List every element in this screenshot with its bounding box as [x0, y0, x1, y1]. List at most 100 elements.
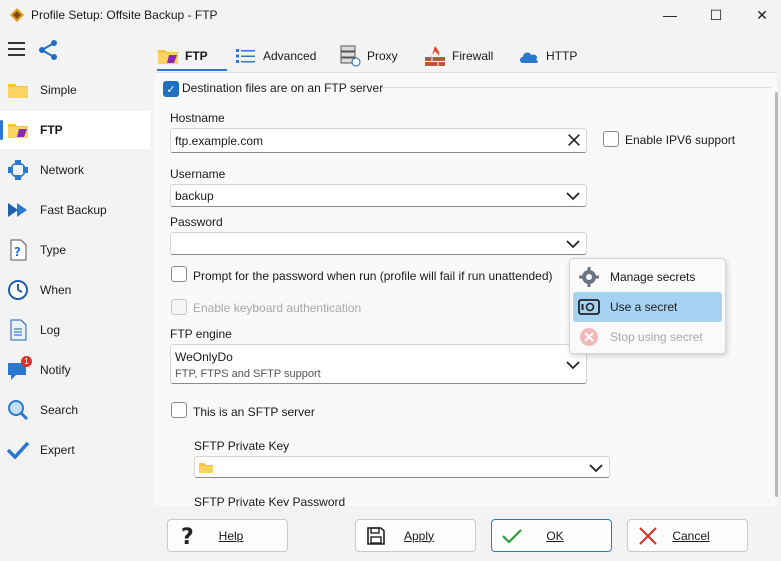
- cancel-button[interactable]: Cancel: [627, 519, 748, 552]
- apply-button-label: Apply: [403, 528, 435, 543]
- sidebar-item-label: Log: [40, 323, 61, 337]
- chat-notify-icon: 1: [7, 356, 32, 381]
- sidebar-item-label: Expert: [40, 443, 75, 457]
- cloud-icon: [518, 46, 540, 66]
- sftp-label: This is an SFTP server: [193, 405, 315, 419]
- ok-button-label: OK: [546, 528, 564, 543]
- ipv6-checkbox[interactable]: [603, 131, 619, 147]
- secrets-context-menu: Manage secrets Use a secret Stop using s…: [569, 258, 726, 354]
- menu-item-stop-using-secret[interactable]: Stop using secret: [573, 322, 722, 352]
- hostname-label: Hostname: [170, 111, 225, 125]
- tab-http[interactable]: HTTP: [518, 42, 583, 70]
- firewall-icon: [424, 46, 446, 66]
- checkmark-icon: [7, 439, 29, 461]
- sidebar-item-simple[interactable]: Simple: [0, 71, 150, 109]
- clear-icon[interactable]: [566, 132, 582, 148]
- ftp-folder-icon: [7, 119, 29, 141]
- sidebar-item-label: FTP: [40, 123, 63, 137]
- tab-proxy[interactable]: Proxy: [339, 42, 409, 70]
- menu-item-use-secret[interactable]: Use a secret: [573, 292, 722, 322]
- close-window-button[interactable]: ✕: [739, 0, 781, 30]
- fast-forward-icon: [7, 199, 29, 221]
- tab-ftp[interactable]: FTP: [157, 42, 227, 71]
- network-icon: [7, 159, 29, 181]
- tab-label: Advanced: [263, 49, 317, 63]
- ftp-folder-icon: [157, 46, 179, 66]
- menu-item-manage-secrets[interactable]: Manage secrets: [573, 262, 722, 292]
- prompt-password-checkbox[interactable]: [171, 266, 187, 282]
- ftp-server-label: Destination files are on an FTP server: [182, 81, 384, 95]
- hostname-input[interactable]: ftp.example.com: [170, 128, 587, 153]
- menu-item-label: Use a secret: [610, 300, 678, 314]
- tab-label: Firewall: [452, 49, 494, 63]
- sidebar-item-label: When: [40, 283, 72, 297]
- ftp-server-checkbox[interactable]: ✓: [163, 81, 179, 97]
- password-label: Password: [170, 215, 223, 229]
- hamburger-menu-icon[interactable]: [8, 41, 26, 57]
- minimize-button[interactable]: —: [647, 0, 693, 30]
- chevron-down-icon[interactable]: [588, 460, 604, 476]
- ftp-engine-select[interactable]: WeOnlyDo FTP, FTPS and SFTP support: [170, 344, 587, 384]
- ftp-engine-value: WeOnlyDo: [175, 350, 233, 364]
- save-disk-icon: [363, 523, 389, 549]
- tab-label: FTP: [185, 49, 208, 63]
- tab-label: Proxy: [367, 49, 398, 63]
- sidebar-item-expert[interactable]: Expert: [0, 431, 150, 469]
- hostname-value: ftp.example.com: [175, 134, 264, 148]
- document-question-icon: ?: [7, 239, 29, 261]
- sidebar-item-search[interactable]: Search: [0, 391, 150, 429]
- prompt-password-label: Prompt for the password when run (profil…: [193, 269, 553, 283]
- cancel-button-label: Cancel: [672, 528, 710, 543]
- keyboard-auth-label: Enable keyboard authentication: [193, 301, 362, 315]
- question-mark-icon: ?: [175, 523, 201, 549]
- ftp-engine-desc: FTP, FTPS and SFTP support: [175, 368, 321, 380]
- sidebar-item-when[interactable]: When: [0, 271, 150, 309]
- keyboard-auth-checkbox[interactable]: [171, 299, 187, 315]
- chevron-down-icon[interactable]: [565, 188, 581, 204]
- notify-badge: 1: [21, 356, 32, 367]
- chevron-down-icon[interactable]: [565, 357, 581, 373]
- scrollbar[interactable]: [775, 92, 778, 497]
- sftp-checkbox[interactable]: [171, 402, 187, 418]
- apply-button[interactable]: Apply: [355, 519, 476, 552]
- log-icon: [7, 319, 29, 341]
- sftp-key-input[interactable]: [194, 456, 610, 478]
- app-icon: [9, 7, 25, 23]
- sidebar-item-label: Search: [40, 403, 79, 417]
- ok-button[interactable]: OK: [491, 519, 612, 552]
- sidebar-item-network[interactable]: Network: [0, 151, 150, 189]
- ipv6-label: Enable IPV6 support: [625, 133, 736, 147]
- username-label: Username: [170, 167, 226, 181]
- svg-text:?: ?: [181, 525, 194, 548]
- sidebar-item-fast-backup[interactable]: Fast Backup: [0, 191, 150, 229]
- tab-label: HTTP: [546, 49, 578, 63]
- sidebar-item-ftp[interactable]: FTP: [0, 111, 150, 149]
- password-combobox[interactable]: [170, 232, 587, 255]
- tab-firewall[interactable]: Firewall: [424, 42, 504, 70]
- ftp-engine-label: FTP engine: [170, 327, 232, 341]
- sidebar-item-label: Simple: [40, 83, 77, 97]
- chevron-down-icon[interactable]: [565, 236, 581, 252]
- menu-item-label: Manage secrets: [610, 270, 696, 284]
- maximize-button[interactable]: ☐: [693, 0, 739, 30]
- sidebar-item-label: Type: [40, 243, 67, 257]
- stop-icon: [578, 326, 600, 348]
- sidebar-item-label: Notify: [40, 363, 71, 377]
- help-button-label: Help: [218, 528, 244, 543]
- checkmark-icon: [499, 523, 525, 549]
- window-title: Profile Setup: Offsite Backup - FTP: [31, 8, 218, 22]
- help-button[interactable]: ? Help: [167, 519, 288, 552]
- sidebar-item-label: Fast Backup: [40, 203, 107, 217]
- proxy-server-icon: [339, 45, 361, 67]
- clock-icon: [7, 279, 29, 301]
- username-combobox[interactable]: backup: [170, 184, 587, 207]
- sidebar-item-type[interactable]: ? Type: [0, 231, 150, 269]
- folder-icon[interactable]: [198, 461, 214, 477]
- group-separator: [380, 87, 771, 88]
- sidebar-item-log[interactable]: Log: [0, 311, 150, 349]
- tab-advanced[interactable]: Advanced: [235, 42, 325, 70]
- share-icon[interactable]: [38, 40, 60, 60]
- folder-icon: [7, 79, 29, 101]
- search-icon: [7, 399, 29, 421]
- sidebar-item-notify[interactable]: 1 Notify: [0, 351, 150, 389]
